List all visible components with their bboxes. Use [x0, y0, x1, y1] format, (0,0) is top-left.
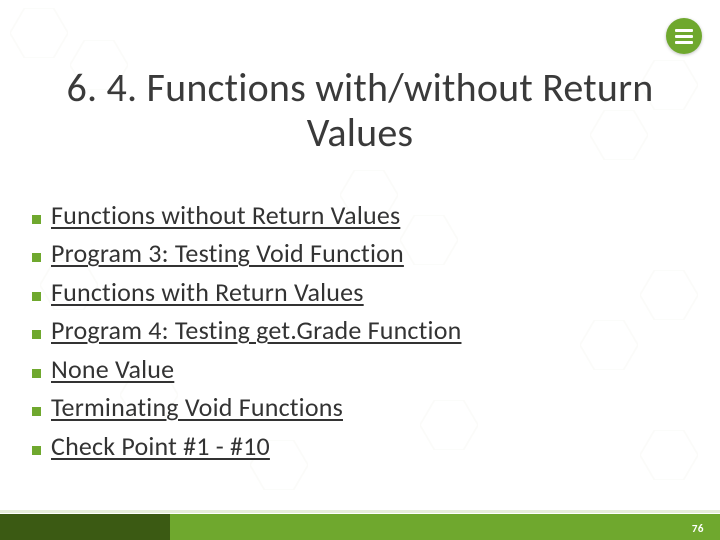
list-item-label: Program 4: Testing get.Grade Function — [51, 311, 680, 349]
list-item[interactable]: None Value — [32, 350, 680, 388]
list-item[interactable]: Check Point #1 - #10 — [32, 427, 680, 465]
footer-accent — [0, 514, 170, 540]
list-item-label: Program 3: Testing Void Function — [51, 234, 680, 272]
list-item[interactable]: Functions with Return Values — [32, 273, 680, 311]
list-item-label: Functions without Return Values — [51, 196, 680, 234]
list-item[interactable]: Program 3: Testing Void Function — [32, 234, 680, 272]
page-number: 76 — [692, 522, 704, 535]
menu-icon[interactable] — [666, 18, 702, 54]
list-item-label: Terminating Void Functions — [51, 388, 680, 426]
footer-bar — [0, 514, 720, 540]
list-item-label: Check Point #1 - #10 — [51, 427, 680, 465]
bullet-list: Functions without Return Values Program … — [32, 196, 680, 465]
bullet-icon — [32, 369, 41, 378]
bullet-icon — [32, 407, 41, 416]
bullet-icon — [32, 215, 41, 224]
list-item-label: None Value — [51, 350, 680, 388]
list-item-label: Functions with Return Values — [51, 273, 680, 311]
list-item[interactable]: Functions without Return Values — [32, 196, 680, 234]
list-item[interactable]: Terminating Void Functions — [32, 388, 680, 426]
bullet-icon — [32, 292, 41, 301]
bullet-icon — [32, 446, 41, 455]
list-item[interactable]: Program 4: Testing get.Grade Function — [32, 311, 680, 349]
bullet-icon — [32, 330, 41, 339]
bullet-icon — [32, 253, 41, 262]
slide-title: 6. 4. Functions with/without Return Valu… — [50, 66, 670, 156]
